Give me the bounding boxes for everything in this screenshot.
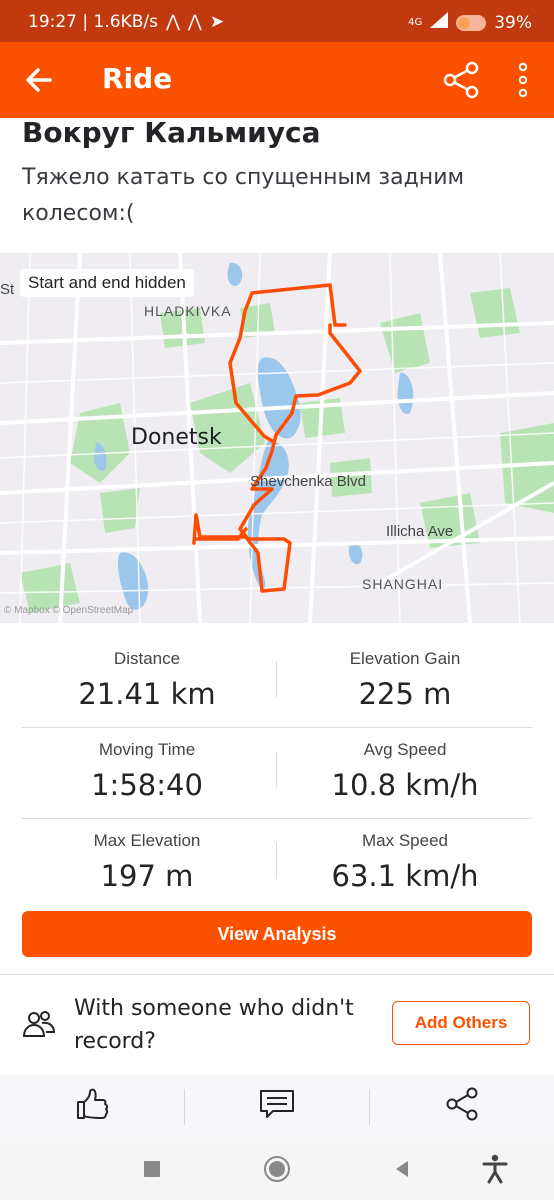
divider	[276, 661, 277, 697]
map-privacy-badge: Start and end hidden	[20, 269, 194, 297]
page-title: Ride	[102, 62, 173, 95]
more-vert-icon[interactable]	[508, 60, 538, 100]
stat-value: 21.41 km	[78, 677, 216, 711]
map-graphic	[0, 253, 554, 623]
stat-value: 1:58:40	[91, 768, 203, 802]
home-circle-icon[interactable]	[262, 1154, 292, 1184]
share-icon	[444, 1086, 480, 1127]
app-bar: Ride	[0, 42, 554, 118]
network-type: 4G	[408, 17, 423, 28]
divider	[276, 752, 277, 788]
battery-percent: 39%	[494, 12, 532, 33]
stats-grid: Distance 21.41 km Elevation Gain 225 m M…	[22, 637, 532, 910]
stat-max-elevation: Max Elevation 197 m	[22, 819, 272, 893]
add-others-button[interactable]: Add Others	[392, 1001, 530, 1045]
share-activity-button[interactable]	[370, 1075, 554, 1138]
stat-elevation-gain: Elevation Gain 225 m	[280, 637, 530, 711]
stat-label: Avg Speed	[363, 740, 447, 759]
battery-icon	[456, 14, 487, 31]
stat-value: 225 m	[358, 677, 452, 711]
activity-title: Вокруг Кальмиуса	[22, 116, 321, 149]
divider	[0, 974, 554, 975]
thumbs-up-icon	[75, 1088, 109, 1125]
stats-row: Max Elevation 197 m Max Speed 63.1 km/h	[22, 819, 532, 910]
stat-value: 63.1 km/h	[331, 859, 479, 893]
map-district-label: SHANGHAI	[362, 576, 444, 592]
group-people-icon	[22, 1010, 56, 1038]
with-others-text: With someone who didn't record?	[74, 996, 354, 1054]
stat-label: Max Elevation	[93, 831, 201, 850]
recents-square-icon[interactable]	[137, 1154, 167, 1184]
status-time: 19:27 | 1.6KB/s	[28, 12, 158, 32]
telegram-icon: ➤	[209, 12, 225, 32]
map-edge-label: St	[0, 281, 15, 298]
stat-distance: Distance 21.41 km	[22, 637, 272, 711]
stat-label: Distance	[113, 649, 181, 668]
strava-notification-icon: ⋀	[187, 12, 202, 32]
back-triangle-icon[interactable]	[387, 1154, 417, 1184]
back-arrow-icon[interactable]	[22, 62, 58, 98]
stat-value: 197 m	[100, 859, 194, 893]
stat-avg-speed: Avg Speed 10.8 km/h	[280, 728, 530, 802]
status-bar: 19:27 | 1.6KB/s ⋀ ⋀ ➤ 4G 39%	[0, 0, 554, 42]
divider	[276, 843, 277, 879]
stat-label: Elevation Gain	[349, 649, 461, 668]
view-analysis-button[interactable]: View Analysis	[22, 911, 532, 957]
system-nav-bar	[0, 1138, 554, 1200]
comment-button[interactable]	[185, 1075, 369, 1138]
stat-value: 10.8 km/h	[331, 768, 479, 802]
stat-label: Moving Time	[98, 740, 196, 759]
stat-max-speed: Max Speed 63.1 km/h	[280, 819, 530, 893]
map-street-label: Shevchenka Blvd	[250, 473, 366, 490]
map-attribution: © Mapbox © OpenStreetMap	[4, 605, 134, 616]
kudos-button[interactable]	[0, 1075, 184, 1138]
share-icon[interactable]	[442, 60, 482, 100]
action-bar	[0, 1075, 554, 1138]
comment-icon	[259, 1089, 295, 1124]
strava-notification-icon: ⋀	[165, 12, 180, 32]
signal-icon	[430, 12, 449, 33]
accessibility-icon[interactable]	[480, 1154, 510, 1184]
with-others-section: With someone who didn't record? Add Othe…	[22, 990, 532, 1058]
route-map[interactable]: Start and end hidden HLADKIVKA Donetsk S…	[0, 253, 554, 623]
map-street-label: Illicha Ave	[386, 523, 454, 540]
stats-row: Moving Time 1:58:40 Avg Speed 10.8 km/h	[22, 728, 532, 819]
map-city-label: Donetsk	[131, 425, 222, 450]
stats-row: Distance 21.41 km Elevation Gain 225 m	[22, 637, 532, 728]
stat-label: Max Speed	[362, 831, 448, 850]
stat-moving-time: Moving Time 1:58:40	[22, 728, 272, 802]
activity-description: Тяжело катать со спущенным задним колесо…	[22, 165, 465, 226]
map-district-label: HLADKIVKA	[144, 303, 232, 319]
